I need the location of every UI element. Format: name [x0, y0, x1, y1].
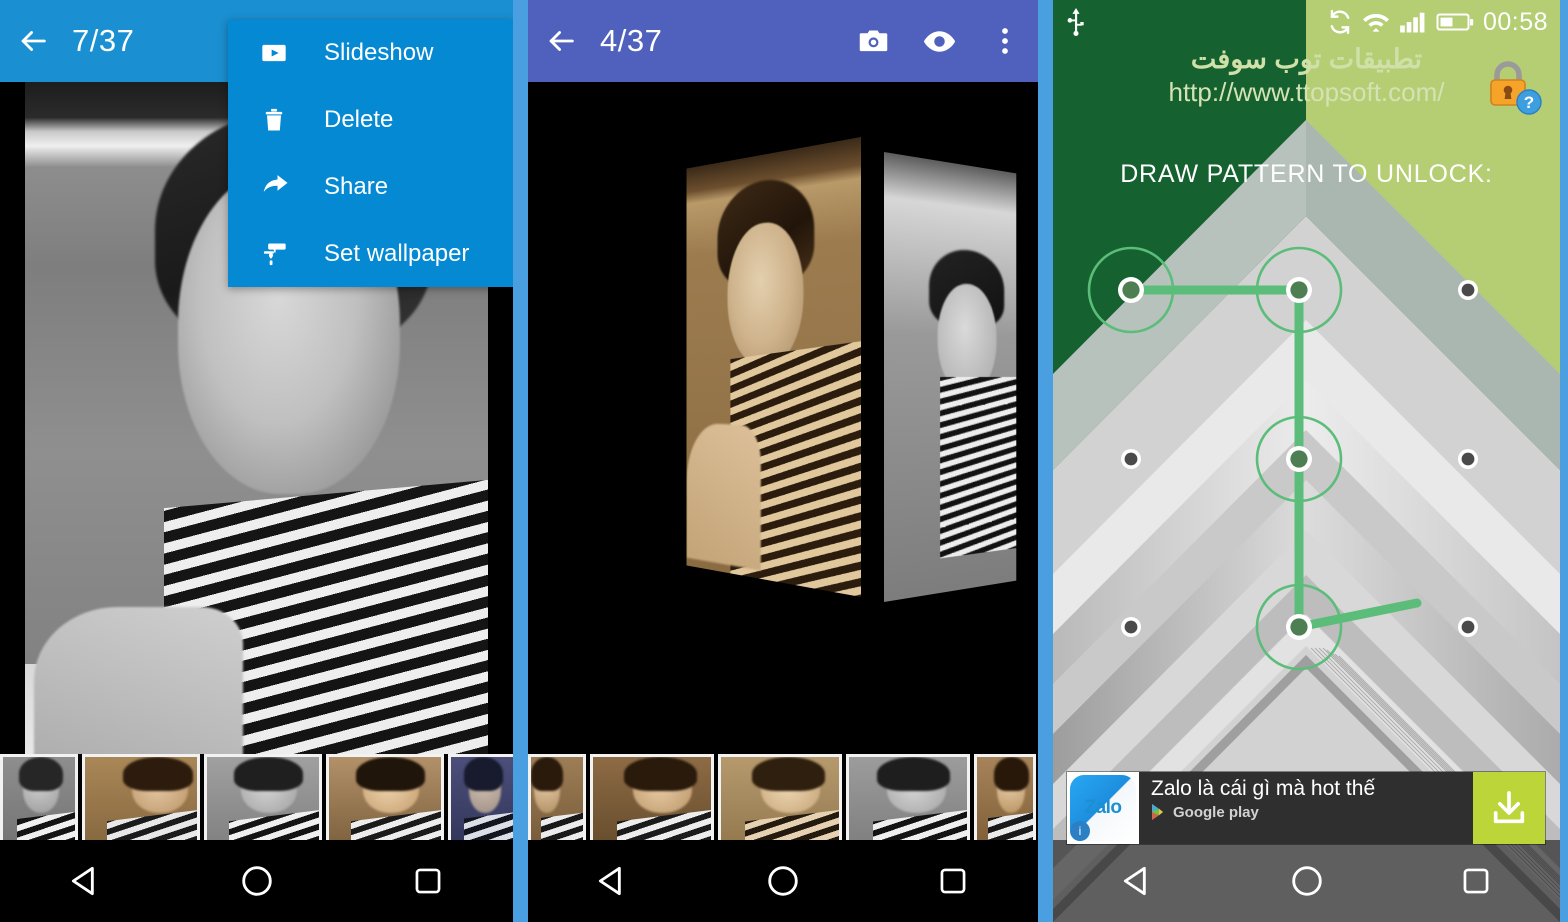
back-button-b[interactable]: [528, 0, 594, 82]
ad-install-button[interactable]: [1473, 772, 1545, 844]
status-clock: 00:58: [1482, 7, 1548, 36]
ad-store-label: Google play: [1173, 803, 1259, 821]
signal-bars-icon: [1399, 10, 1427, 34]
ad-banner[interactable]: Zalo i Zalo là cái gì mà hot thế Google …: [1067, 772, 1545, 844]
nav-back-icon[interactable]: [1101, 852, 1175, 910]
menu-item-set-wallpaper[interactable]: Set wallpaper: [228, 220, 513, 287]
unlock-prompt: DRAW PATTERN TO UNLOCK:: [1120, 160, 1493, 188]
share-arrow-icon: [260, 172, 304, 202]
photo-detail-arm: [686, 422, 761, 571]
screenshot-collage: 7/37 Slideshow Delete Share Set wallpape…: [0, 0, 1568, 922]
menu-item-slideshow-label: Slideshow: [324, 39, 434, 67]
menu-item-slideshow[interactable]: Slideshow: [228, 20, 513, 87]
android-navbar-c[interactable]: [1053, 840, 1560, 922]
nav-recents-icon[interactable]: [391, 852, 465, 910]
menu-item-set-wallpaper-label: Set wallpaper: [324, 239, 470, 267]
menu-item-delete[interactable]: Delete: [228, 87, 513, 154]
nav-recents-icon[interactable]: [916, 852, 990, 910]
android-navbar-a[interactable]: [0, 840, 513, 922]
eye-icon: [922, 24, 957, 59]
panel-seam-1: [513, 0, 528, 922]
google-play-icon: [1151, 803, 1168, 821]
ad-store-row: Google play: [1151, 803, 1473, 821]
overflow-menu-a[interactable]: Slideshow Delete Share Set wallpaper: [228, 20, 513, 287]
nav-home-icon[interactable]: [1270, 852, 1344, 910]
arrow-back-icon: [16, 24, 50, 58]
pattern-node-row-2[interactable]: [1121, 446, 1478, 472]
wifi-icon: [1362, 9, 1390, 35]
paint-roller-icon: [260, 240, 304, 268]
nav-back-icon[interactable]: [576, 852, 650, 910]
panel-pattern-lockscreen: 00:58 تطبيقات توب سوفت http://www.ttopso…: [1053, 0, 1560, 922]
android-navbar-b[interactable]: [528, 840, 1038, 922]
transition-photo-current[interactable]: [686, 137, 861, 597]
photo-viewer-b[interactable]: [528, 82, 1038, 792]
panel-gallery-transition: 4/37: [528, 0, 1038, 922]
pattern-canvas[interactable]: [1053, 205, 1560, 705]
pattern-path: [1126, 285, 1422, 632]
camera-icon: [857, 25, 890, 58]
gallery-toolbar-b: 4/37: [528, 0, 1038, 82]
svg-text:?: ?: [1524, 93, 1534, 112]
lock-status-badge[interactable]: ?: [1480, 55, 1542, 115]
pattern-unlock-grid[interactable]: [1053, 205, 1560, 705]
play-box-icon: [260, 39, 304, 67]
ad-info-badge[interactable]: i: [1070, 821, 1090, 841]
nav-back-icon[interactable]: [49, 852, 123, 910]
ad-app-icon: Zalo i: [1067, 772, 1139, 844]
arrow-back-icon: [544, 24, 578, 58]
photo-counter-b: 4/37: [600, 23, 663, 58]
battery-icon: [1436, 12, 1474, 32]
usb-icon: [1065, 8, 1087, 36]
camera-button[interactable]: [840, 0, 906, 82]
nav-home-icon[interactable]: [746, 852, 820, 910]
photo-detail-striped-shirt: [940, 377, 1017, 559]
menu-item-share-label: Share: [324, 172, 389, 200]
preview-button[interactable]: [906, 0, 972, 82]
nav-home-icon[interactable]: [220, 852, 294, 910]
overflow-button-b[interactable]: [972, 0, 1038, 82]
panel-gallery-with-menu: 7/37 Slideshow Delete Share Set wallpape…: [0, 0, 513, 922]
question-badge-icon: ?: [1516, 89, 1542, 115]
ad-title: Zalo là cái gì mà hot thế: [1151, 777, 1376, 800]
overflow-menu-icon: [1001, 26, 1009, 56]
sync-icon: [1327, 9, 1353, 35]
ad-copy: Zalo là cái gì mà hot thế Google play: [1139, 772, 1473, 844]
trash-icon: [260, 106, 304, 134]
transition-photo-next[interactable]: [884, 152, 1017, 602]
download-icon: [1489, 788, 1529, 828]
photo-counter-a: 7/37: [72, 23, 135, 58]
back-button-a[interactable]: [0, 0, 66, 82]
pattern-node-row-3[interactable]: [1121, 614, 1478, 640]
menu-item-delete-label: Delete: [324, 106, 394, 134]
panel-seam-2: [1038, 0, 1053, 922]
menu-item-share[interactable]: Share: [228, 154, 513, 221]
nav-recents-icon[interactable]: [1439, 852, 1513, 910]
status-bar: 00:58: [1053, 0, 1560, 44]
